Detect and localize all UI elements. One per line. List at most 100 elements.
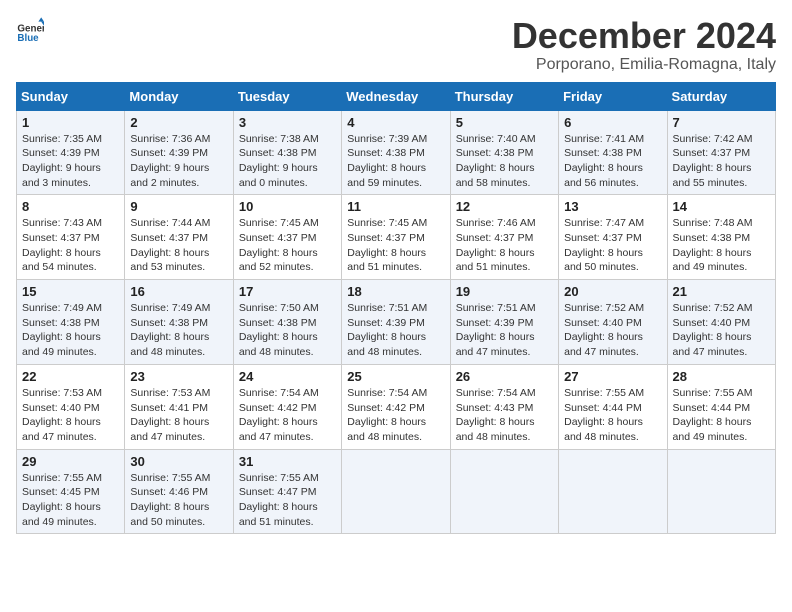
day-number: 22 — [22, 369, 119, 384]
day-number: 6 — [564, 115, 661, 130]
day-info: Sunrise: 7:43 AM Sunset: 4:37 PM Dayligh… — [22, 216, 119, 275]
calendar-cell: 5 Sunrise: 7:40 AM Sunset: 4:38 PM Dayli… — [450, 110, 558, 195]
day-info: Sunrise: 7:38 AM Sunset: 4:38 PM Dayligh… — [239, 132, 336, 191]
weekday-header-saturday: Saturday — [667, 82, 775, 110]
calendar-week-5: 29 Sunrise: 7:55 AM Sunset: 4:45 PM Dayl… — [17, 449, 776, 534]
calendar-cell: 15 Sunrise: 7:49 AM Sunset: 4:38 PM Dayl… — [17, 280, 125, 365]
weekday-header-monday: Monday — [125, 82, 233, 110]
calendar-cell: 24 Sunrise: 7:54 AM Sunset: 4:42 PM Dayl… — [233, 364, 341, 449]
day-info: Sunrise: 7:53 AM Sunset: 4:41 PM Dayligh… — [130, 386, 227, 445]
calendar-cell: 26 Sunrise: 7:54 AM Sunset: 4:43 PM Dayl… — [450, 364, 558, 449]
calendar-cell: 28 Sunrise: 7:55 AM Sunset: 4:44 PM Dayl… — [667, 364, 775, 449]
calendar-cell: 3 Sunrise: 7:38 AM Sunset: 4:38 PM Dayli… — [233, 110, 341, 195]
day-number: 20 — [564, 284, 661, 299]
calendar-cell: 7 Sunrise: 7:42 AM Sunset: 4:37 PM Dayli… — [667, 110, 775, 195]
day-number: 23 — [130, 369, 227, 384]
calendar-cell — [559, 449, 667, 534]
svg-text:Blue: Blue — [17, 33, 39, 44]
weekday-header-tuesday: Tuesday — [233, 82, 341, 110]
calendar-cell: 1 Sunrise: 7:35 AM Sunset: 4:39 PM Dayli… — [17, 110, 125, 195]
location-subtitle: Porporano, Emilia-Romagna, Italy — [512, 56, 776, 74]
day-number: 24 — [239, 369, 336, 384]
weekday-header-row: SundayMondayTuesdayWednesdayThursdayFrid… — [17, 82, 776, 110]
day-number: 25 — [347, 369, 444, 384]
day-info: Sunrise: 7:55 AM Sunset: 4:47 PM Dayligh… — [239, 471, 336, 530]
calendar-cell: 20 Sunrise: 7:52 AM Sunset: 4:40 PM Dayl… — [559, 280, 667, 365]
calendar-cell: 22 Sunrise: 7:53 AM Sunset: 4:40 PM Dayl… — [17, 364, 125, 449]
day-info: Sunrise: 7:55 AM Sunset: 4:44 PM Dayligh… — [564, 386, 661, 445]
day-info: Sunrise: 7:47 AM Sunset: 4:37 PM Dayligh… — [564, 216, 661, 275]
page-header: General Blue December 2024 Porporano, Em… — [16, 16, 776, 74]
day-info: Sunrise: 7:41 AM Sunset: 4:38 PM Dayligh… — [564, 132, 661, 191]
calendar-cell: 14 Sunrise: 7:48 AM Sunset: 4:38 PM Dayl… — [667, 195, 775, 280]
day-info: Sunrise: 7:55 AM Sunset: 4:44 PM Dayligh… — [673, 386, 770, 445]
day-number: 17 — [239, 284, 336, 299]
day-number: 30 — [130, 454, 227, 469]
day-info: Sunrise: 7:42 AM Sunset: 4:37 PM Dayligh… — [673, 132, 770, 191]
calendar-cell: 29 Sunrise: 7:55 AM Sunset: 4:45 PM Dayl… — [17, 449, 125, 534]
calendar-cell: 9 Sunrise: 7:44 AM Sunset: 4:37 PM Dayli… — [125, 195, 233, 280]
calendar-cell: 27 Sunrise: 7:55 AM Sunset: 4:44 PM Dayl… — [559, 364, 667, 449]
calendar-cell: 21 Sunrise: 7:52 AM Sunset: 4:40 PM Dayl… — [667, 280, 775, 365]
day-number: 1 — [22, 115, 119, 130]
day-number: 9 — [130, 199, 227, 214]
day-number: 26 — [456, 369, 553, 384]
day-number: 31 — [239, 454, 336, 469]
calendar-cell — [450, 449, 558, 534]
day-number: 14 — [673, 199, 770, 214]
day-number: 15 — [22, 284, 119, 299]
day-info: Sunrise: 7:48 AM Sunset: 4:38 PM Dayligh… — [673, 216, 770, 275]
day-info: Sunrise: 7:53 AM Sunset: 4:40 PM Dayligh… — [22, 386, 119, 445]
calendar-week-3: 15 Sunrise: 7:49 AM Sunset: 4:38 PM Dayl… — [17, 280, 776, 365]
logo: General Blue — [16, 16, 44, 44]
day-number: 10 — [239, 199, 336, 214]
day-info: Sunrise: 7:50 AM Sunset: 4:38 PM Dayligh… — [239, 301, 336, 360]
calendar-cell — [342, 449, 450, 534]
day-info: Sunrise: 7:36 AM Sunset: 4:39 PM Dayligh… — [130, 132, 227, 191]
calendar-cell: 16 Sunrise: 7:49 AM Sunset: 4:38 PM Dayl… — [125, 280, 233, 365]
day-info: Sunrise: 7:46 AM Sunset: 4:37 PM Dayligh… — [456, 216, 553, 275]
day-info: Sunrise: 7:45 AM Sunset: 4:37 PM Dayligh… — [347, 216, 444, 275]
day-info: Sunrise: 7:49 AM Sunset: 4:38 PM Dayligh… — [130, 301, 227, 360]
day-info: Sunrise: 7:44 AM Sunset: 4:37 PM Dayligh… — [130, 216, 227, 275]
calendar-cell: 17 Sunrise: 7:50 AM Sunset: 4:38 PM Dayl… — [233, 280, 341, 365]
day-number: 28 — [673, 369, 770, 384]
day-info: Sunrise: 7:55 AM Sunset: 4:46 PM Dayligh… — [130, 471, 227, 530]
weekday-header-wednesday: Wednesday — [342, 82, 450, 110]
day-number: 18 — [347, 284, 444, 299]
day-info: Sunrise: 7:39 AM Sunset: 4:38 PM Dayligh… — [347, 132, 444, 191]
calendar-cell: 12 Sunrise: 7:46 AM Sunset: 4:37 PM Dayl… — [450, 195, 558, 280]
day-number: 7 — [673, 115, 770, 130]
day-info: Sunrise: 7:35 AM Sunset: 4:39 PM Dayligh… — [22, 132, 119, 191]
day-number: 27 — [564, 369, 661, 384]
day-info: Sunrise: 7:54 AM Sunset: 4:42 PM Dayligh… — [239, 386, 336, 445]
day-info: Sunrise: 7:45 AM Sunset: 4:37 PM Dayligh… — [239, 216, 336, 275]
day-info: Sunrise: 7:54 AM Sunset: 4:42 PM Dayligh… — [347, 386, 444, 445]
day-number: 21 — [673, 284, 770, 299]
logo-icon: General Blue — [16, 16, 44, 44]
calendar-cell: 30 Sunrise: 7:55 AM Sunset: 4:46 PM Dayl… — [125, 449, 233, 534]
day-info: Sunrise: 7:55 AM Sunset: 4:45 PM Dayligh… — [22, 471, 119, 530]
day-info: Sunrise: 7:54 AM Sunset: 4:43 PM Dayligh… — [456, 386, 553, 445]
day-info: Sunrise: 7:51 AM Sunset: 4:39 PM Dayligh… — [456, 301, 553, 360]
day-number: 5 — [456, 115, 553, 130]
month-title: December 2024 — [512, 16, 776, 56]
calendar-cell: 23 Sunrise: 7:53 AM Sunset: 4:41 PM Dayl… — [125, 364, 233, 449]
day-number: 13 — [564, 199, 661, 214]
day-info: Sunrise: 7:40 AM Sunset: 4:38 PM Dayligh… — [456, 132, 553, 191]
day-info: Sunrise: 7:52 AM Sunset: 4:40 PM Dayligh… — [564, 301, 661, 360]
day-number: 19 — [456, 284, 553, 299]
weekday-header-sunday: Sunday — [17, 82, 125, 110]
calendar-week-4: 22 Sunrise: 7:53 AM Sunset: 4:40 PM Dayl… — [17, 364, 776, 449]
day-info: Sunrise: 7:51 AM Sunset: 4:39 PM Dayligh… — [347, 301, 444, 360]
calendar-cell: 2 Sunrise: 7:36 AM Sunset: 4:39 PM Dayli… — [125, 110, 233, 195]
calendar-cell: 11 Sunrise: 7:45 AM Sunset: 4:37 PM Dayl… — [342, 195, 450, 280]
calendar-cell: 18 Sunrise: 7:51 AM Sunset: 4:39 PM Dayl… — [342, 280, 450, 365]
calendar-cell: 10 Sunrise: 7:45 AM Sunset: 4:37 PM Dayl… — [233, 195, 341, 280]
calendar-table: SundayMondayTuesdayWednesdayThursdayFrid… — [16, 82, 776, 535]
day-number: 8 — [22, 199, 119, 214]
calendar-cell: 25 Sunrise: 7:54 AM Sunset: 4:42 PM Dayl… — [342, 364, 450, 449]
day-number: 3 — [239, 115, 336, 130]
calendar-week-2: 8 Sunrise: 7:43 AM Sunset: 4:37 PM Dayli… — [17, 195, 776, 280]
title-area: December 2024 Porporano, Emilia-Romagna,… — [512, 16, 776, 74]
